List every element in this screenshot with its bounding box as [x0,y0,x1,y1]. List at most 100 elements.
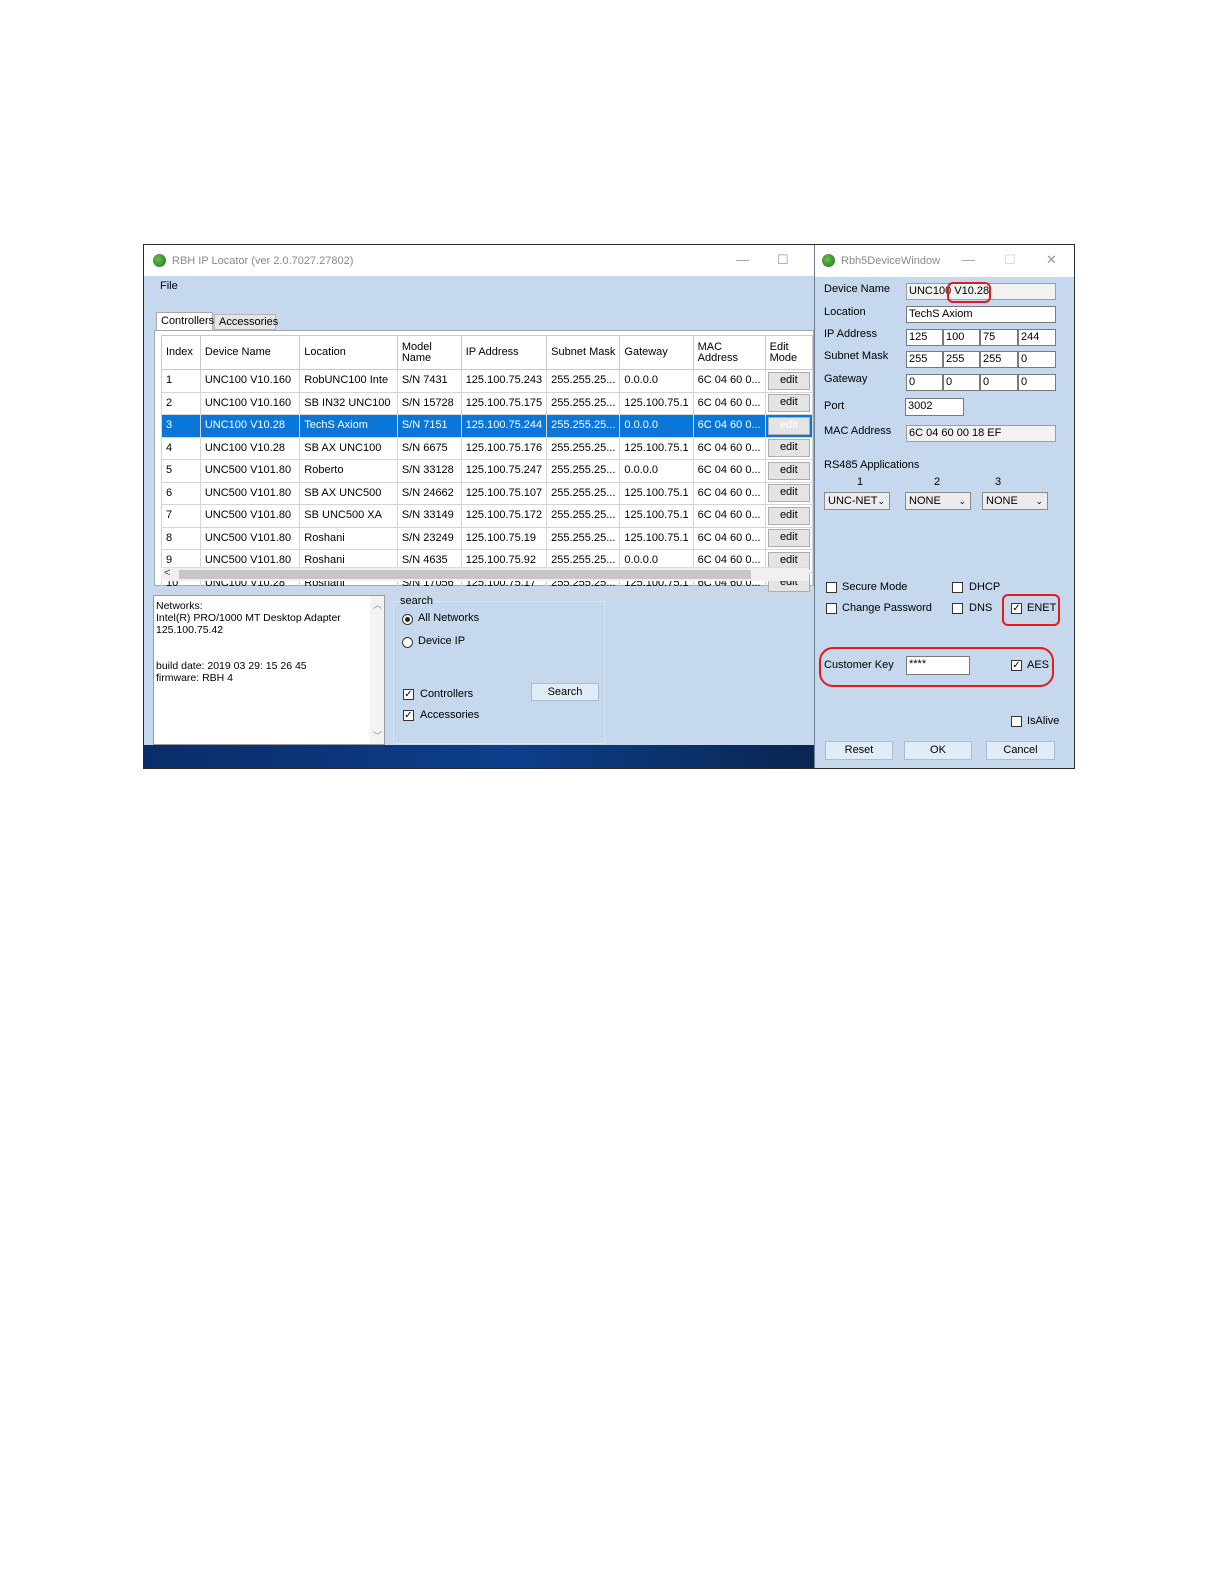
table-row[interactable]: 2 UNC100 V10.160 SB IN32 UNC100 S/N 15728 12… [161,391,814,415]
cancel-button[interactable]: Cancel [986,741,1055,760]
secure-mode-checkbox[interactable] [826,582,837,593]
search-button[interactable]: Search [531,683,599,701]
column-header[interactable]: Index [161,335,201,370]
device-window-title: Rbh5DeviceWindow [841,255,941,267]
subnet-octet-field[interactable]: 255 [980,351,1018,368]
edit-button[interactable]: edit [767,394,810,413]
all-networks-radio[interactable] [402,614,413,625]
column-header[interactable]: Location [299,335,398,370]
annotation-version-highlight [947,282,991,303]
change-password-checkbox[interactable] [826,603,837,614]
rs485-select-2[interactable]: NONE ⌄ [905,492,971,510]
edit-button[interactable]: edit [767,506,810,525]
table-cell: S/N 33149 [396,504,462,528]
column-header[interactable]: Device Name [199,335,301,370]
table-cell: 6C 04 60 0... [692,459,766,483]
gateway-octet-field[interactable]: 0 [1018,374,1056,391]
rs485-select-3[interactable]: NONE ⌄ [982,492,1048,510]
column-header[interactable]: Edit Mode [764,335,814,370]
table-cell: 4 [161,436,201,460]
edit-button[interactable]: edit [767,371,810,390]
ip-octet-field[interactable]: 75 [980,329,1018,346]
table-row[interactable]: 5 UNC500 V101.80 Roberto S/N 33128 125.100.7… [161,459,814,483]
screenshot: RBH IP Locator (ver 2.0.7027.27802) — ☐ … [143,244,1075,769]
rs485-select-1[interactable]: UNC-NET ⌄ [824,492,890,510]
edit-button[interactable]: edit [767,439,810,458]
column-header[interactable]: MAC Address [692,335,766,370]
firmware: firmware: RBH 4 [156,672,234,684]
ok-button[interactable]: OK [904,741,972,760]
search-group: search All Networks Device IP ✓ Controll… [393,595,605,744]
column-header[interactable]: Gateway [619,335,694,370]
minimize-icon[interactable]: — [962,252,975,267]
rs485-label: RS485 Applications [824,459,920,471]
maximize-icon[interactable]: ☐ [777,252,789,268]
table-cell: edit [764,369,814,393]
edit-button[interactable]: edit [767,416,810,435]
tab-accessories[interactable]: Accessories [214,314,278,330]
tab-controllers[interactable]: Controllers [156,312,214,330]
ip-octet-field[interactable]: 244 [1018,329,1056,346]
table-cell: 125.100.75.1 [619,504,694,528]
column-header[interactable]: Subnet Mask [546,335,621,370]
minimize-icon[interactable]: — [736,252,749,267]
table-row[interactable]: 7 UNC500 V101.80 SB UNC500 XA S/N 33149 125.… [161,504,814,528]
table-cell: 125.100.75.1 [619,481,694,505]
rs485-header: 1 [857,476,864,488]
port-field[interactable]: 3002 [905,398,964,416]
table-row[interactable]: 1 UNC100 V10.160 RobUNC100 Inte S/N 7431 125… [161,369,814,393]
scrollbar-thumb[interactable] [179,570,751,579]
device-ip-radio[interactable] [402,637,413,648]
ip-octet-field[interactable]: 125 [906,329,943,346]
reset-button[interactable]: Reset [825,741,893,760]
table-cell: TechS Axiom [299,414,398,438]
table-row[interactable]: 3 UNC100 V10.28 TechS Axiom S/N 7151 125.100… [161,414,814,438]
gateway-octet-field[interactable]: 0 [943,374,980,391]
table-cell: 6C 04 60 0... [692,526,766,550]
table-row[interactable]: 4 UNC100 V10.28 SB AX UNC100 S/N 6675 125.10… [161,436,814,460]
secure-mode-label: Secure Mode [842,581,908,593]
dhcp-label: DHCP [969,581,1001,593]
table-cell: edit [764,414,814,438]
subnet-octet-field[interactable]: 0 [1018,351,1056,368]
table-cell: 125.100.75.244 [460,414,548,438]
table-row[interactable]: 8 UNC500 V101.80 Roshani S/N 23249 125.100.7… [161,526,814,550]
location-field[interactable]: TechS Axiom [906,306,1056,323]
accessories-checkbox[interactable]: ✓ [403,710,414,721]
subnet-octet-field[interactable]: 255 [943,351,980,368]
local-ip: 125.100.75.42 [156,624,224,636]
gateway-octet-field[interactable]: 0 [906,374,943,391]
chevron-down-icon: ⌄ [877,496,885,506]
controllers-checkbox[interactable]: ✓ [403,689,414,700]
isalive-checkbox[interactable] [1011,716,1022,727]
edit-button[interactable]: edit [767,529,810,548]
column-header[interactable]: Model Name [396,335,462,370]
window-title: RBH IP Locator (ver 2.0.7027.27802) [172,255,354,267]
horizontal-scrollbar[interactable]: < [161,567,809,581]
scroll-down-icon[interactable]: ﹀ [373,729,382,742]
table-row[interactable]: 6 UNC500 V101.80 SB AX UNC500 S/N 24662 125.… [161,481,814,505]
table-cell: edit [764,391,814,415]
column-header[interactable]: IP Address [460,335,548,370]
table-cell: UNC100 V10.28 [199,436,301,460]
gateway-octet-field[interactable]: 0 [980,374,1018,391]
scroll-up-icon[interactable]: ︿ [373,598,382,611]
table-cell: SB AX UNC100 [299,436,398,460]
edit-button[interactable]: edit [767,461,810,480]
dns-checkbox[interactable] [952,603,963,614]
mac-address-field[interactable]: 6C 04 60 00 18 EF [906,425,1056,442]
table-cell: 125.100.75.247 [460,459,548,483]
close-icon[interactable]: ✕ [1046,252,1057,268]
vertical-scrollbar[interactable]: ︿ ﹀ [370,596,384,744]
dhcp-checkbox[interactable] [952,582,963,593]
ip-octet-field[interactable]: 100 [943,329,980,346]
location-label: Location [824,306,866,318]
menu-file[interactable]: File [160,280,178,292]
table-cell: 125.100.75.1 [619,526,694,550]
edit-button[interactable]: edit [767,484,810,503]
device-grid-panel: Index Device Name Location Model Name IP… [154,330,814,595]
subnet-octet-field[interactable]: 255 [906,351,943,368]
maximize-icon[interactable]: ☐ [1004,252,1016,268]
scroll-left-icon[interactable]: < [164,567,170,579]
table-cell: UNC100 V10.160 [199,391,301,415]
